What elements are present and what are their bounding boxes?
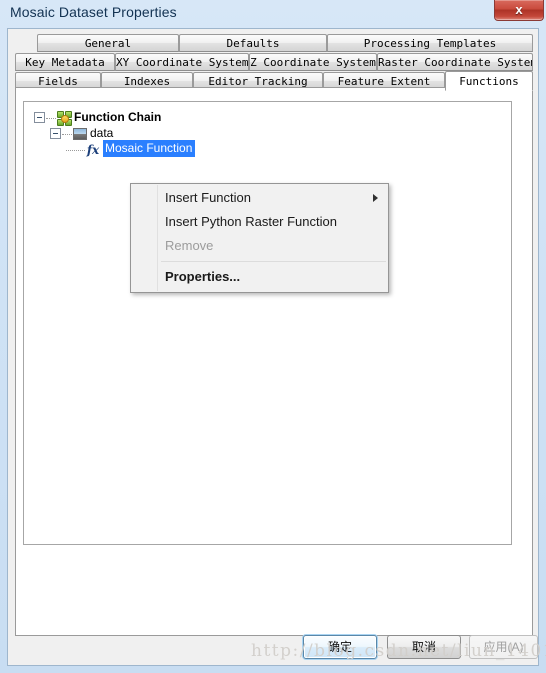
tab-raster-coordinate-system[interactable]: Raster Coordinate System xyxy=(377,53,533,71)
menu-item-label: Properties... xyxy=(165,269,241,284)
tree-line xyxy=(62,133,72,136)
tree-node-function-chain[interactable]: Function Chain xyxy=(34,109,162,126)
collapse-expander-icon[interactable] xyxy=(34,112,45,124)
window-title: Mosaic Dataset Properties xyxy=(10,4,177,20)
tab-strip: General Defaults Processing Templates Key … xyxy=(15,34,533,91)
tab-z-coordinate-system[interactable]: Z Coordinate System xyxy=(249,53,377,71)
tab-processing-templates[interactable]: Processing Templates xyxy=(327,34,533,52)
tree-line xyxy=(46,117,56,120)
tab-key-metadata[interactable]: Key Metadata xyxy=(15,53,115,71)
apply-button: 应用(A) xyxy=(469,635,538,659)
graph-icon xyxy=(56,110,72,126)
dialog-window: Mosaic Dataset Properties x General Defau… xyxy=(0,0,546,673)
context-menu-separator xyxy=(161,261,386,262)
menu-item-properties[interactable]: Properties... xyxy=(131,265,388,289)
tab-page-functions: Function Chain data fx Mosaic Function xyxy=(15,87,533,636)
tree-node-label: Mosaic Function xyxy=(103,140,196,158)
menu-item-insert-function[interactable]: Insert Function xyxy=(131,186,388,210)
menu-item-label: Insert Function xyxy=(165,190,251,205)
tree-node-data[interactable]: data xyxy=(50,125,113,141)
menu-item-label: Remove xyxy=(165,238,214,253)
fx-icon: fx xyxy=(86,142,100,157)
tree-node-label: data xyxy=(90,125,114,140)
tab-row-1: General Defaults Processing Templates xyxy=(15,34,533,53)
close-icon: x xyxy=(515,2,523,17)
function-chain-tree[interactable]: Function Chain data fx Mosaic Function xyxy=(23,101,512,545)
cancel-button[interactable]: 取消 xyxy=(387,635,461,659)
tab-row-2: Key Metadata XY Coordinate System Z Coordi… xyxy=(15,53,533,72)
title-bar: Mosaic Dataset Properties x xyxy=(0,0,546,28)
context-menu[interactable]: Insert Function Insert Python Raster Func… xyxy=(130,183,389,293)
ok-button[interactable]: 确定 xyxy=(303,635,377,659)
dialog-body: General Defaults Processing Templates Key … xyxy=(7,28,539,666)
menu-item-remove: Remove xyxy=(131,234,388,258)
close-button[interactable]: x xyxy=(494,0,544,21)
tree-node-label: Function Chain xyxy=(74,109,162,124)
tab-functions[interactable]: Functions xyxy=(445,71,533,91)
raster-icon xyxy=(72,126,88,142)
button-bar: 确定 取消 应用(A) xyxy=(8,631,538,665)
tab-general[interactable]: General xyxy=(37,34,179,52)
tab-defaults[interactable]: Defaults xyxy=(179,34,327,52)
chevron-right-icon xyxy=(373,194,378,202)
menu-item-insert-python-raster-function[interactable]: Insert Python Raster Function xyxy=(131,210,388,234)
tab-xy-coordinate-system[interactable]: XY Coordinate System xyxy=(115,53,249,71)
tree-line xyxy=(66,149,85,152)
context-menu-items: Insert Function Insert Python Raster Func… xyxy=(131,186,388,289)
tree-node-mosaic-function[interactable]: fx Mosaic Function xyxy=(66,140,196,158)
collapse-expander-icon[interactable] xyxy=(50,128,61,140)
menu-item-label: Insert Python Raster Function xyxy=(165,214,337,229)
